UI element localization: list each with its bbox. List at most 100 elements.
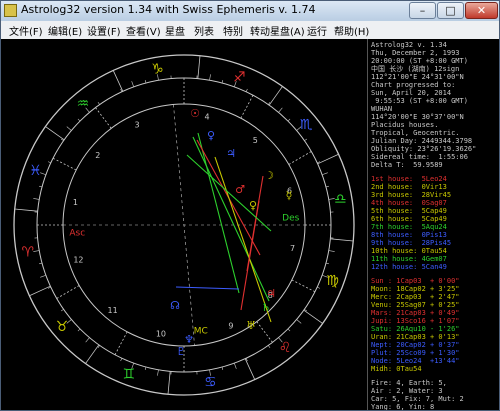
planet-position-row: Satu: 26Aqu10 - 1'26" (371, 325, 460, 333)
house-cusp (95, 107, 112, 129)
sign-divider (45, 126, 65, 141)
house-number: 2 (95, 151, 100, 160)
menu-settings[interactable]: 设置(F) (87, 23, 121, 38)
degree-tick (325, 262, 329, 265)
planet-position-row: Node: 5Leo24 +13'44" (371, 357, 460, 365)
chart-info-line: Julian Day: 2449344.3798 (371, 137, 473, 145)
house-cusp (240, 95, 254, 119)
degree-tick (278, 107, 283, 113)
title-bar[interactable]: Astrolog32 version 1.34 with Swiss Ephem… (1, 1, 499, 22)
planet-position-row: Uran: 21Cap03 + 0'13" (371, 333, 460, 341)
menu-list[interactable]: 列表 (194, 23, 214, 38)
mc-label: MC (194, 327, 208, 337)
sign-divider (85, 344, 100, 364)
chart-info-line: Obliquity: 23°26'19.3626" (371, 145, 477, 153)
house-cusp-row: 5th house: 5Cap49 (371, 207, 447, 215)
sign-divider (197, 55, 201, 79)
house-cusp-row: 11th house: 4Gem07 (371, 255, 447, 263)
degree-tick (47, 161, 51, 164)
menu-view[interactable]: 查看(V) (126, 23, 161, 38)
degree-tick (40, 274, 46, 278)
sign-divider (112, 70, 124, 92)
asc-label: Asc (69, 228, 85, 238)
chart-info-line: Sun, April 20, 2014 (371, 89, 452, 97)
chart-info-line: Delta T: 59.9589 (371, 161, 443, 169)
house-cusp-row: 9th house: 28Pis45 (371, 239, 452, 247)
planet-glyph: ☊ (170, 299, 180, 312)
zodiac-sign-glyph: ♐ (233, 69, 246, 85)
menu-special[interactable]: 特别 (223, 23, 243, 38)
chart-info-line: 20:00:00 (ST +8:00 GMT) (371, 57, 468, 65)
sign-divider (244, 358, 256, 380)
chart-area[interactable]: ♈ ♉ ♊ ♋ ♌ ♍ ♎ ♏ ♐ ♑ ♒ ♓ 1 2 3 4 5 6 7 8 9 10 11 12 Asc Des MC ☉ ☽ ☿ ♀ ♂… (1, 39, 367, 410)
planet-glyph: ♀ (207, 129, 215, 142)
sign-divider (167, 371, 171, 395)
degree-tick (33, 198, 40, 200)
menu-help[interactable]: 帮助(H) (334, 23, 369, 38)
sign-divider (29, 285, 51, 297)
chart-info-line: WUHAN (371, 105, 393, 113)
planet-position-row: Moon: 18Cap02 + 3'25" (371, 285, 460, 293)
planet-glyph: ☽ (264, 169, 274, 182)
house-cusp (288, 151, 312, 165)
degree-tick (245, 88, 248, 92)
menu-run[interactable]: 运行 (307, 23, 327, 38)
maximize-button[interactable]: □ (437, 2, 464, 19)
chart-info-line: Astrolog32 v. 1.34 (371, 41, 447, 49)
element-summary-line: Car: 5, Fix: 7, Mut: 2 (371, 395, 464, 403)
house-cusp-row: 2nd house: 0Vir13 (371, 183, 447, 191)
house-cusp-row: 1st house: 5Leo24 (371, 175, 447, 183)
planet-glyph: ♃ (266, 287, 276, 300)
sign-divider (303, 309, 323, 324)
house-number: 11 (108, 306, 118, 315)
zodiac-sign-glyph: ♊ (122, 367, 135, 383)
planet-position-row: Jupi: 13Sco16 + 1'07" (371, 317, 460, 325)
planet-glyph: ♄ (261, 301, 271, 314)
menu-rotate-chart[interactable]: 转动星盘(A) (250, 23, 305, 38)
degree-tick (157, 369, 159, 376)
element-summary-line: Air : 2, Water: 3 (371, 387, 443, 395)
menu-edit[interactable]: 编辑(E) (48, 23, 82, 38)
aspect-line (246, 175, 264, 272)
zodiac-sign-glyph: ♓ (29, 163, 42, 179)
aspect-line (186, 154, 272, 232)
chart-wheel[interactable]: ♈♉♊ ♋♌♍♎♏♐♑♒♓123456789101112AscDesMC☉☽☿♀♂… (1, 39, 367, 410)
zodiac-sign-glyph: ♌ (279, 340, 292, 356)
degree-tick (144, 366, 147, 370)
planet-glyph: ♅ (246, 319, 256, 332)
degree-tick (77, 118, 81, 122)
degree-tick (287, 328, 291, 332)
chart-info-line: 114°20'00"E 30°37'00"N (371, 113, 464, 121)
house-cusp (256, 321, 273, 343)
planet-position-row: Midh: 0Tau54 (371, 365, 431, 373)
menu-chart[interactable]: 星盘 (165, 23, 185, 38)
degree-tick (325, 185, 329, 188)
degree-tick (60, 309, 64, 312)
house-cusp (52, 157, 77, 171)
degree-tick (317, 286, 321, 289)
sign-divider (330, 238, 354, 242)
zodiac-sign-glyph: ♑ (151, 62, 164, 78)
close-button[interactable]: ✕ (465, 2, 498, 19)
sign-divider (14, 208, 38, 212)
planet-position-row: Mars: 21Cap03 + 0'49" (371, 309, 460, 317)
degree-tick (268, 345, 271, 349)
house-number: 10 (156, 330, 166, 339)
house-cusp (56, 285, 80, 299)
planet-glyph: ☉ (190, 107, 200, 120)
planet-glyph: ♀ (249, 199, 257, 212)
info-panel: Astrolog32 v. 1.34 Thu, December 2, 1993 2… (367, 39, 499, 410)
menu-file[interactable]: 文件(F) (9, 23, 43, 38)
house-cusp-row: 3rd house: 28Vir45 (371, 191, 452, 199)
house-cusp-row: 12th house: 5Can49 (371, 263, 447, 271)
degree-tick (322, 172, 328, 176)
house-number: 4 (205, 112, 210, 121)
chart-info-line: 112°21'00"E 24°31'00"N (371, 73, 464, 81)
degree-tick (85, 337, 90, 343)
house-cusp-row: 7th house: 5Aqu24 (371, 223, 447, 231)
degree-tick (296, 319, 302, 324)
chart-info-line: 9:55:53 (ST +8:00 GMT) (371, 97, 468, 105)
minimize-button[interactable]: – (409, 2, 436, 19)
degree-tick (97, 101, 100, 105)
house-cusp (114, 331, 128, 355)
